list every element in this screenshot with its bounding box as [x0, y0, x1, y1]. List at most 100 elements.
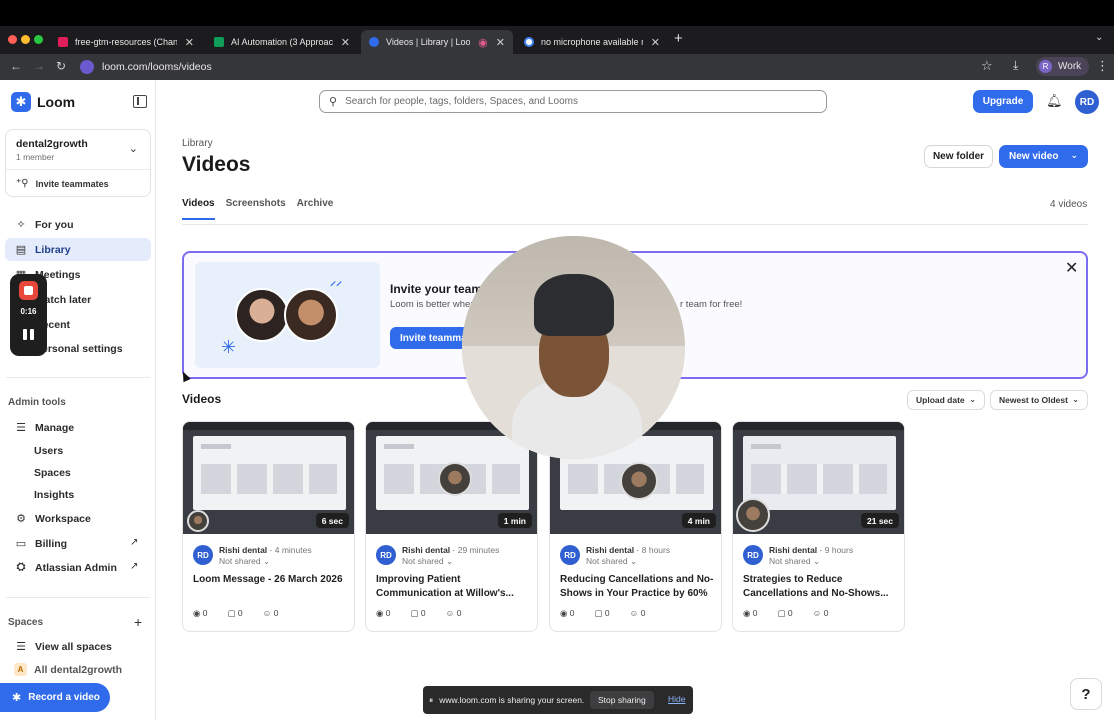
- sidebar-item-label: Manage: [35, 421, 75, 434]
- video-thumbnail[interactable]: 6 sec: [183, 422, 354, 534]
- share-status-dropdown[interactable]: Not shared ⌄: [586, 556, 637, 567]
- videos-heading: Videos: [182, 392, 222, 406]
- back-icon[interactable]: ←: [10, 59, 22, 73]
- duration-badge: 21 sec: [861, 513, 899, 528]
- search-input[interactable]: ⚲ Search for people, tags, folders, Spac…: [319, 90, 827, 113]
- page-title: Videos: [182, 153, 251, 176]
- sidebar-item-view-all-spaces[interactable]: ☰ View all spaces: [5, 635, 151, 658]
- library-tabs: Videos Screenshots Archive: [182, 198, 344, 220]
- workspace-switcher[interactable]: dental2growth 1 member ⌄ ⁺⚲ Invite teamm…: [5, 129, 151, 197]
- close-tab-icon[interactable]: ✕: [651, 36, 660, 49]
- close-tab-icon[interactable]: ✕: [185, 36, 194, 49]
- download-icon[interactable]: ⤓: [1013, 58, 1018, 73]
- sidebar-item-for-you[interactable]: ✧ For you: [5, 213, 151, 236]
- sparkle-icon: ✧: [16, 219, 26, 231]
- invite-teammates-button[interactable]: Invite teammates: [390, 327, 470, 349]
- browser-tab[interactable]: AI Automation (3 Approaches ✕: [206, 30, 358, 54]
- comments-stat: ▢ 0: [410, 608, 426, 618]
- forward-icon[interactable]: →: [33, 59, 45, 73]
- reactions-stat: ☺ 0: [445, 608, 462, 618]
- screen-share-bar: ⏸︎ www.loom.com is sharing your screen. …: [423, 686, 693, 714]
- bookmark-star-icon[interactable]: ☆: [981, 58, 993, 74]
- chevron-down-icon[interactable]: ⌄: [129, 142, 138, 155]
- credit-card-icon: ▭: [15, 538, 27, 550]
- close-icon[interactable]: ✕: [1065, 258, 1078, 278]
- sidebar-item-insights[interactable]: Insights: [34, 489, 74, 501]
- browser-tab[interactable]: free-gtm-resources (Channel ✕: [50, 30, 202, 54]
- breadcrumb[interactable]: Library: [182, 138, 213, 149]
- collapse-sidebar-icon[interactable]: [133, 95, 147, 108]
- site-info-icon[interactable]: [80, 60, 94, 74]
- reload-icon[interactable]: ↻: [56, 59, 66, 73]
- zoom-window-button[interactable]: [34, 35, 43, 44]
- sidebar-item-library[interactable]: ▤ Library: [5, 238, 151, 261]
- avatar[interactable]: RD: [1075, 90, 1099, 114]
- sort-field-select[interactable]: Upload date ⌄: [907, 390, 985, 410]
- browser-tab[interactable]: no microphone available mab ✕: [516, 30, 668, 54]
- video-title[interactable]: Improving Patient Communication at Willo…: [376, 573, 532, 601]
- video-card[interactable]: 21 sec RD Rishi dental · 9 hours Not sha…: [732, 421, 905, 632]
- share-status-dropdown[interactable]: Not shared ⌄: [769, 556, 820, 567]
- profile-chip[interactable]: R Work: [1036, 57, 1090, 76]
- help-button[interactable]: ?: [1070, 678, 1102, 710]
- video-title[interactable]: Loom Message - 26 March 2026: [193, 573, 349, 587]
- external-link-icon: ↗: [130, 561, 139, 572]
- thumbnail-screen: [743, 436, 896, 510]
- hide-share-bar-link[interactable]: Hide: [668, 694, 685, 704]
- search-placeholder: Search for people, tags, folders, Spaces…: [345, 96, 578, 107]
- chevron-down-icon: ⌄: [969, 395, 976, 404]
- recording-indicator-icon: ◉: [478, 36, 488, 49]
- video-title[interactable]: Strategies to Reduce Cancellations and N…: [743, 573, 899, 601]
- close-tab-icon[interactable]: ✕: [341, 36, 350, 49]
- sidebar-item-all-space[interactable]: A All dental2growth: [5, 658, 151, 681]
- avatar: RD: [376, 545, 396, 565]
- sidebar-item-users[interactable]: Users: [34, 445, 63, 457]
- record-video-button[interactable]: ✱ Record a video: [0, 683, 110, 712]
- new-folder-button[interactable]: New folder: [924, 145, 993, 168]
- bell-icon[interactable]: 🔔︎: [1046, 93, 1063, 109]
- sort-field-value: Upload date: [916, 395, 965, 405]
- webcam-bubble[interactable]: [462, 236, 685, 459]
- sidebar-item-manage[interactable]: ☰ Manage: [5, 416, 151, 439]
- chevron-down-icon[interactable]: ⌄: [1070, 150, 1078, 161]
- tab-search-chevron-icon[interactable]: ⌄: [1095, 32, 1103, 43]
- share-status-dropdown[interactable]: Not shared ⌄: [402, 556, 453, 567]
- library-icon: ▤: [15, 244, 27, 256]
- browser-menu-icon[interactable]: ⋮: [1096, 58, 1109, 74]
- comments-count: 0: [787, 608, 793, 618]
- reactions-stat: ☺ 0: [629, 608, 646, 618]
- views-count: 0: [752, 608, 758, 618]
- tab-archive[interactable]: Archive: [297, 198, 334, 220]
- video-card[interactable]: 6 sec RD Rishi dental · 4 minutes Not sh…: [182, 421, 355, 632]
- tab-screenshots[interactable]: Screenshots: [226, 198, 286, 220]
- pause-recording-button[interactable]: [23, 329, 34, 340]
- reactions-count: 0: [823, 608, 829, 618]
- close-tab-icon[interactable]: ✕: [496, 36, 505, 49]
- space-avatar: A: [14, 663, 27, 676]
- recording-controls: 0:16: [10, 274, 47, 356]
- url-field[interactable]: loom.com/looms/videos: [80, 57, 212, 77]
- stop-sharing-button[interactable]: Stop sharing: [590, 691, 654, 709]
- avatar: RD: [743, 545, 763, 565]
- views-stat: ◉ 0: [743, 608, 758, 618]
- share-status-dropdown[interactable]: Not shared ⌄: [219, 556, 270, 567]
- comments-count: 0: [604, 608, 610, 618]
- invite-teammates-link[interactable]: ⁺⚲ Invite teammates: [16, 178, 109, 189]
- video-title[interactable]: Reducing Cancellations and No-Shows in Y…: [560, 573, 716, 601]
- new-tab-icon[interactable]: +: [674, 30, 683, 47]
- stop-recording-button[interactable]: [19, 281, 38, 300]
- browser-tab-active[interactable]: Videos | Library | Loom ◉ ✕: [361, 30, 513, 54]
- upgrade-button[interactable]: Upgrade: [973, 90, 1033, 113]
- add-space-icon[interactable]: +: [134, 614, 142, 630]
- sidebar-item-workspace[interactable]: ⚙ Workspace: [5, 507, 151, 530]
- duration-badge: 4 min: [681, 513, 716, 528]
- comments-stat: ▢ 0: [227, 608, 243, 618]
- video-thumbnail[interactable]: 21 sec: [733, 422, 904, 534]
- sort-order-select[interactable]: Newest to Oldest ⌄: [990, 390, 1088, 410]
- tab-videos[interactable]: Videos: [182, 198, 215, 220]
- loom-logo[interactable]: ✱ Loom: [11, 92, 75, 112]
- close-window-button[interactable]: [8, 35, 17, 44]
- sidebar-item-spaces[interactable]: Spaces: [34, 467, 71, 479]
- minimize-window-button[interactable]: [21, 35, 30, 44]
- new-video-button[interactable]: New video ⌄: [999, 145, 1088, 168]
